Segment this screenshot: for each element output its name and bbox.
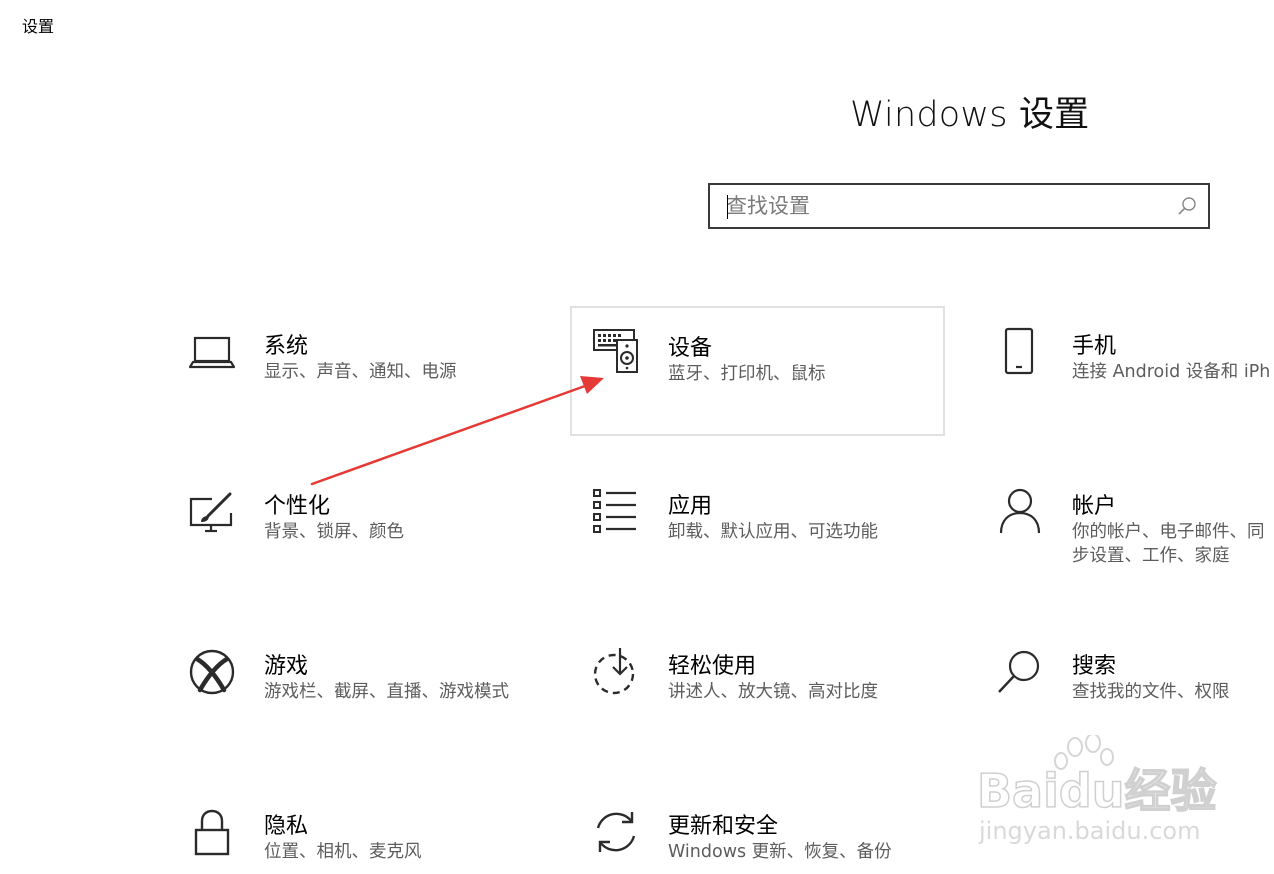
watermark-brand: Baidu经验 [977,764,1217,818]
ease-of-access-icon [593,648,635,695]
search-icon[interactable] [1176,195,1198,217]
update-icon [596,812,636,852]
search-box[interactable] [708,183,1210,229]
account-icon [999,488,1041,534]
tile-description: 卸载、默认应用、可选功能 [668,522,878,542]
tile-description: 查找我的文件、权限 [1072,682,1230,702]
text-caret [727,195,728,219]
tile-description: Windows 更新、恢复、备份 [668,842,892,862]
baidu-watermark: Baidu经验 jingyan.baidu.com [976,735,1217,845]
tile-description: 讲述人、放大镜、高对比度 [668,682,878,702]
tile-apps[interactable]: 应用 卸载、默认应用、可选功能 [576,466,948,592]
window-title: 设置 [22,17,55,36]
tile-title: 轻松使用 [668,654,757,679]
tile-description: 背景、锁屏、颜色 [264,522,404,542]
xbox-icon [189,649,235,695]
tile-title: 应用 [668,494,713,519]
tile-title: 手机 [1072,334,1117,359]
tile-search[interactable]: 搜索 查找我的文件、权限 [980,626,1274,752]
tile-description: 连接 Android 设备和 iPh [1072,362,1271,382]
tile-description: 位置、相机、麦克风 [264,842,422,862]
tile-personalization[interactable]: 个性化 背景、锁屏、颜色 [172,466,544,592]
tile-gaming[interactable]: 游戏 游戏栏、截屏、直播、游戏模式 [172,626,544,752]
tile-title: 游戏 [264,654,309,679]
watermark-url: jingyan.baidu.com [978,817,1200,845]
tile-title: 个性化 [264,494,331,519]
tile-devices[interactable]: 设备 蓝牙、打印机、鼠标 [570,306,945,436]
tile-title: 设备 [668,336,713,361]
tile-ease-of-access[interactable]: 轻松使用 讲述人、放大镜、高对比度 [576,626,948,752]
tile-accounts[interactable]: 帐户 你的帐户、电子邮件、同步设置、工作、家庭 [980,466,1274,592]
tile-title: 隐私 [264,814,309,839]
tile-title: 更新和安全 [668,814,779,839]
laptop-icon [188,336,236,369]
tile-title: 搜索 [1072,654,1117,679]
tile-title: 帐户 [1072,494,1117,519]
devices-icon [593,329,638,373]
tile-description: 你的帐户、电子邮件、同步设置、工作、家庭 [1072,522,1265,566]
personalization-icon [189,492,233,533]
tile-system[interactable]: 系统 显示、声音、通知、电源 [172,306,544,432]
lock-icon [194,809,230,856]
tile-description: 显示、声音、通知、电源 [264,362,457,382]
search-input[interactable] [726,185,1166,227]
tile-update-security[interactable]: 更新和安全 Windows 更新、恢复、备份 [576,786,948,874]
tile-title: 系统 [264,334,309,359]
tile-description: 游戏栏、截屏、直播、游戏模式 [264,682,509,702]
page-title: Windows 设置 [850,95,1090,135]
search-icon [998,650,1040,693]
tile-privacy[interactable]: 隐私 位置、相机、麦克风 [172,786,544,874]
phone-icon [1004,327,1034,375]
apps-list-icon [593,489,636,533]
tile-description: 蓝牙、打印机、鼠标 [668,364,826,384]
tile-phone[interactable]: 手机 连接 Android 设备和 iPh [980,306,1274,432]
